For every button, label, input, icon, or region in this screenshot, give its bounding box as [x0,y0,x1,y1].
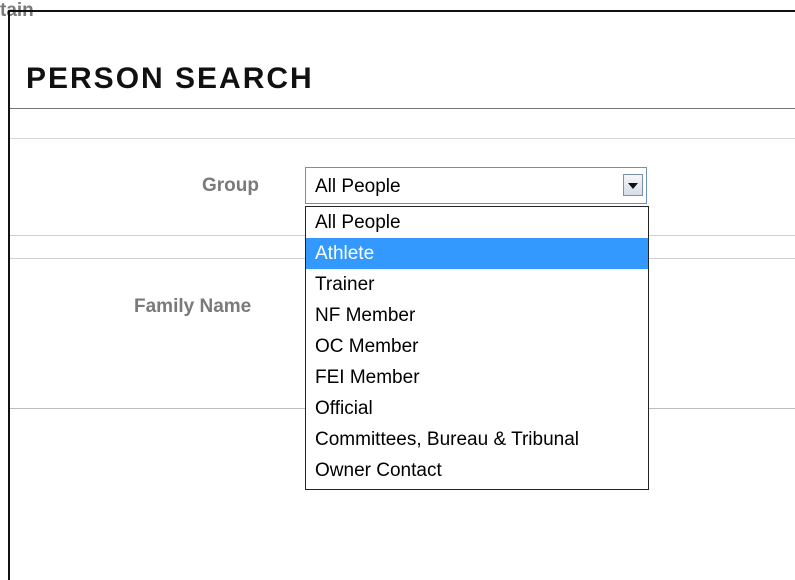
group-select-value: All People [315,176,401,197]
group-label: Group [202,175,259,196]
dropdown-option-oc-member[interactable]: OC Member [306,331,648,362]
dropdown-option-committees[interactable]: Committees, Bureau & Tribunal [306,424,648,455]
section-divider [10,138,795,139]
dropdown-option-official[interactable]: Official [306,393,648,424]
family-name-label: Family Name [134,296,252,317]
group-dropdown-list: All People Athlete Trainer NF Member OC … [305,206,649,490]
dropdown-option-owner-contact[interactable]: Owner Contact [306,455,648,486]
dropdown-option-athlete[interactable]: Athlete [306,238,648,269]
chevron-down-icon [628,183,638,189]
dropdown-option-fei-member[interactable]: FEI Member [306,362,648,393]
page-title: PERSON SEARCH [26,62,314,95]
title-divider [10,108,795,109]
dropdown-option-trainer[interactable]: Trainer [306,269,648,300]
group-select[interactable]: All People [305,167,647,204]
dropdown-option-all-people[interactable]: All People [306,207,648,238]
dropdown-button[interactable] [623,174,643,196]
dropdown-option-nf-member[interactable]: NF Member [306,300,648,331]
